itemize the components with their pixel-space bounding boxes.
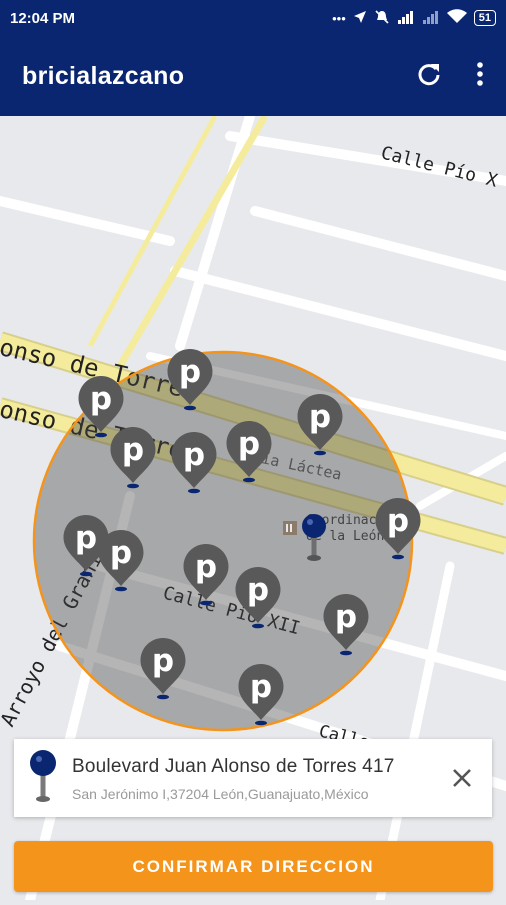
battery-icon: 51 bbox=[473, 10, 496, 26]
signal-icon bbox=[422, 10, 440, 27]
address-text: Boulevard Juan Alonso de Torres 417 San … bbox=[72, 754, 432, 802]
overflow-menu-icon[interactable] bbox=[476, 61, 484, 92]
close-icon[interactable] bbox=[451, 767, 473, 789]
mute-icon bbox=[374, 9, 390, 28]
refresh-icon[interactable] bbox=[416, 61, 442, 92]
location-arrow-icon bbox=[353, 10, 367, 27]
close-button[interactable] bbox=[432, 739, 492, 817]
address-card: Boulevard Juan Alonso de Torres 417 San … bbox=[14, 739, 492, 817]
app-bar: bricialazcano bbox=[0, 36, 506, 116]
building-icon bbox=[283, 521, 297, 535]
more-dots-icon: ••• bbox=[332, 10, 346, 26]
status-icons: ••• 51 bbox=[332, 9, 496, 28]
status-time: 12:04 PM bbox=[10, 9, 76, 27]
app-actions bbox=[416, 61, 484, 92]
address-main: Boulevard Juan Alonso de Torres 417 bbox=[72, 756, 395, 777]
confirm-address-button[interactable]: CONFIRMAR DIRECCION bbox=[14, 841, 493, 892]
signal-icon bbox=[397, 10, 415, 27]
location-pin-icon bbox=[14, 739, 72, 817]
app-title: bricialazcano bbox=[22, 61, 185, 90]
address-sub: San Jerónimo I,37204 León,Guanajuato,Méx… bbox=[72, 786, 369, 802]
wifi-icon bbox=[446, 9, 467, 27]
status-bar: 12:04 PM ••• 51 bbox=[0, 0, 506, 36]
